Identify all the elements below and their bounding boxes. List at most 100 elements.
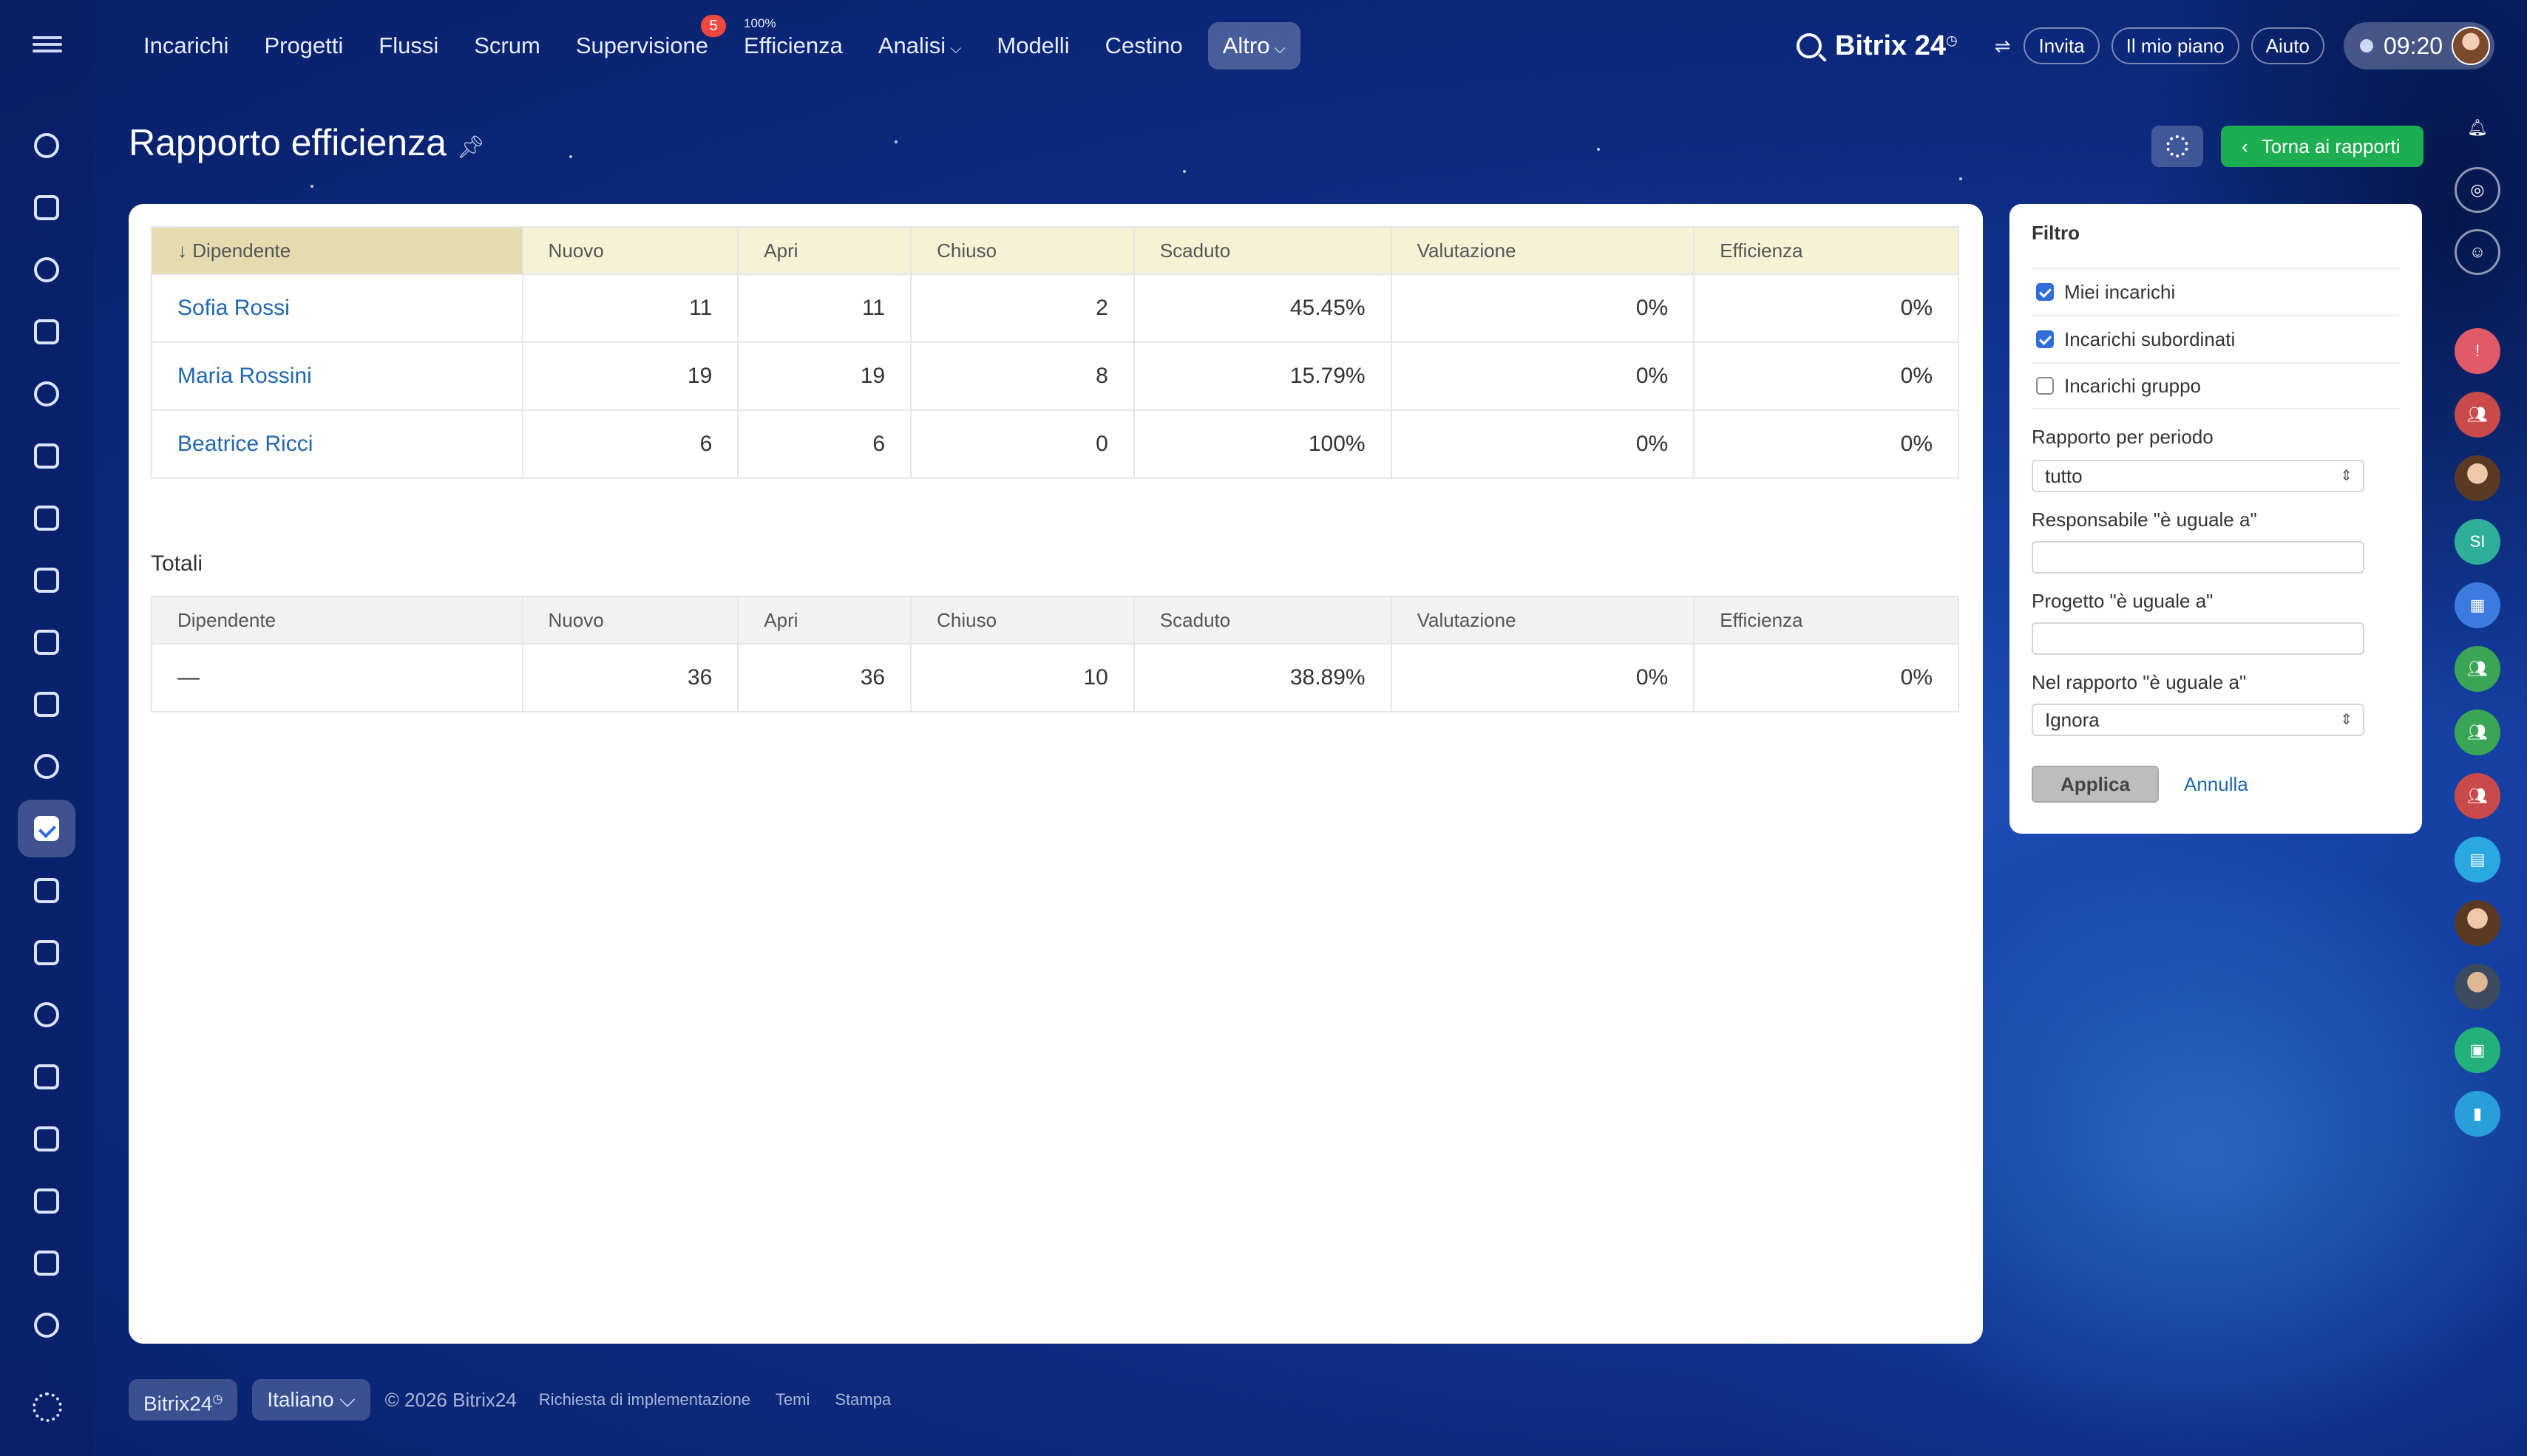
responsible-input[interactable] — [2032, 541, 2364, 574]
period-select[interactable]: tutto ⇕ — [2032, 460, 2364, 492]
select-arrows-icon: ⇕ — [2340, 712, 2353, 728]
sidebar-item-boards[interactable] — [18, 551, 75, 609]
calendar-chat-icon[interactable]: ▦ — [2455, 582, 2500, 628]
checkbox[interactable] — [2036, 330, 2054, 348]
responsible-label: Responsabile "è uguale a" — [2032, 508, 2257, 531]
user-avatar[interactable] — [2455, 455, 2500, 501]
sidebar-item-booking[interactable] — [18, 1048, 75, 1106]
sidebar-item-chat[interactable] — [18, 179, 75, 237]
sidebar-item-knowledge[interactable] — [18, 1234, 75, 1292]
document-chat-icon[interactable]: ▣ — [2455, 1027, 2500, 1073]
group-chat-avatar[interactable]: 👥︎ — [2455, 646, 2500, 692]
sidebar-item-copilot[interactable] — [18, 986, 75, 1044]
tab-progetti[interactable]: Progetti — [246, 22, 361, 69]
filter-check-my-tasks[interactable]: Miei incarichi — [2032, 268, 2400, 315]
alert-avatar[interactable]: ! — [2455, 328, 2500, 374]
tab-incarichi[interactable]: Incarichi — [126, 22, 246, 69]
sidebar-item-sign[interactable] — [18, 1172, 75, 1230]
filter-check-subordinate-tasks[interactable]: Incarichi subordinati — [2032, 315, 2400, 362]
sidebar-item-store[interactable] — [18, 1110, 75, 1168]
sidebar-item-contacts[interactable] — [18, 738, 75, 795]
sidebar-item-drive[interactable] — [18, 613, 75, 671]
column-header-nuovo[interactable]: Nuovo — [521, 226, 739, 275]
column-header-dipendente[interactable]: ↓ Dipendente — [151, 226, 523, 275]
hamburger-menu-icon[interactable] — [33, 33, 62, 59]
column-header-apri[interactable]: Apri — [737, 226, 912, 275]
employee-link[interactable]: Maria Rossini — [151, 341, 523, 411]
sidebar-item-tasks[interactable] — [18, 800, 75, 857]
column-header-chiuso[interactable]: Chiuso — [910, 226, 1135, 275]
sort-arrow-icon: ↓ — [177, 239, 193, 262]
tab-supervisione[interactable]: Supervisione 5 — [558, 15, 727, 69]
help-button[interactable]: Aiuto — [2250, 27, 2324, 64]
work-day-clock[interactable]: 09:20 — [2344, 22, 2494, 69]
employee-link[interactable]: Sofia Rossi — [151, 273, 523, 343]
sidebar-item-collabs[interactable] — [18, 241, 75, 299]
cell-chiuso: 10 — [910, 643, 1135, 712]
messages-icon[interactable]: ☺ — [2455, 229, 2500, 275]
bookmark-icon[interactable]: ▮ — [2455, 1091, 2500, 1137]
group-chat-avatar[interactable]: 👥︎ — [2455, 710, 2500, 755]
copilot-icon[interactable]: ◎ — [2455, 167, 2500, 213]
user-initials-avatar[interactable]: SI — [2455, 519, 2500, 565]
sidebar-item-goals[interactable] — [18, 1296, 75, 1354]
sidebar-item-feed[interactable] — [18, 117, 75, 174]
footer-link-print[interactable]: Stampa — [835, 1390, 891, 1409]
filter-check-group-tasks[interactable]: Incarichi gruppo — [2032, 362, 2400, 409]
sidebar-item-docs[interactable] — [18, 303, 75, 361]
footer-link-themes[interactable]: Temi — [776, 1390, 810, 1409]
bell-icon[interactable]: 🔔︎ — [2455, 105, 2500, 151]
sidebar-item-groups[interactable] — [18, 365, 75, 423]
brand-logo[interactable]: Bitrix 24◷ — [1835, 30, 1958, 62]
employee-link[interactable]: Beatrice Ricci — [151, 409, 523, 479]
cell-valutazione: 0% — [1390, 643, 1695, 712]
group-chat-avatar[interactable]: 👥︎ — [2455, 773, 2500, 819]
sidebar-item-shop[interactable] — [18, 924, 75, 982]
footer-brand-button[interactable]: Bitrix24◷ — [129, 1379, 238, 1421]
tab-efficienza[interactable]: 100% Efficienza — [726, 16, 861, 69]
apply-button[interactable]: Applica — [2032, 766, 2159, 803]
cell-dipendente: — — [151, 643, 523, 712]
sidebar-item-mail[interactable] — [18, 676, 75, 733]
tab-label: Efficienza — [744, 33, 843, 58]
sidebar-item-files[interactable] — [18, 489, 75, 547]
user-avatar[interactable] — [2452, 27, 2490, 65]
settings-gear-icon[interactable] — [33, 1392, 62, 1422]
mail-icon — [34, 692, 59, 717]
cell-valutazione: 0% — [1390, 409, 1695, 479]
user-avatar[interactable] — [2455, 964, 2500, 1010]
language-select[interactable]: Italiano ⌵ — [252, 1379, 370, 1421]
tab-modelli[interactable]: Modelli — [979, 22, 1087, 69]
tab-cestino[interactable]: Cestino — [1088, 22, 1201, 69]
column-header-valutazione[interactable]: Valutazione — [1390, 226, 1695, 275]
footer: Bitrix24◷ Italiano ⌵ © 2026 Bitrix24 Ric… — [129, 1379, 916, 1421]
cancel-link[interactable]: Annulla — [2184, 773, 2248, 796]
tab-scrum[interactable]: Scrum — [456, 22, 558, 69]
back-to-reports-button[interactable]: ‹ Torna ai rapporti — [2221, 126, 2423, 167]
tab-altro[interactable]: Altro ⌵ — [1207, 22, 1300, 69]
tab-label: Cestino — [1105, 33, 1183, 58]
footer-link-implementation[interactable]: Richiesta di implementazione — [539, 1390, 750, 1409]
tab-flussi[interactable]: Flussi — [361, 22, 456, 69]
my-plan-button[interactable]: Il mio piano — [2111, 27, 2239, 64]
checkbox[interactable] — [2036, 283, 2054, 301]
invite-button[interactable]: Invita — [2024, 27, 2100, 64]
column-header-scaduto[interactable]: Scaduto — [1133, 226, 1392, 275]
sidebar-item-crm[interactable] — [18, 862, 75, 919]
user-avatar[interactable] — [2455, 900, 2500, 946]
tab-analisi[interactable]: Analisi ⌵ — [861, 22, 980, 69]
group-chat-avatar[interactable]: 👥︎ — [2455, 392, 2500, 438]
column-header-scaduto: Scaduto — [1133, 596, 1392, 644]
pin-icon[interactable]: 📌︎ — [457, 135, 485, 160]
brand-clock-icon: ◷ — [1945, 32, 1958, 47]
column-header-efficienza[interactable]: Efficienza — [1693, 226, 1959, 275]
sidebar-item-calendar[interactable] — [18, 427, 75, 485]
project-input[interactable] — [2032, 622, 2364, 655]
settings-button[interactable] — [2151, 126, 2203, 167]
filter-panel: Filtro Miei incarichi Incarichi subordin… — [2009, 204, 2422, 834]
tab-label: Supervisione — [575, 33, 709, 58]
search-icon[interactable] — [1797, 33, 1822, 58]
report-select[interactable]: Ignora ⇕ — [2032, 704, 2364, 736]
checkbox[interactable] — [2036, 377, 2054, 395]
chat-bubble-icon[interactable]: ▤ — [2455, 837, 2500, 882]
